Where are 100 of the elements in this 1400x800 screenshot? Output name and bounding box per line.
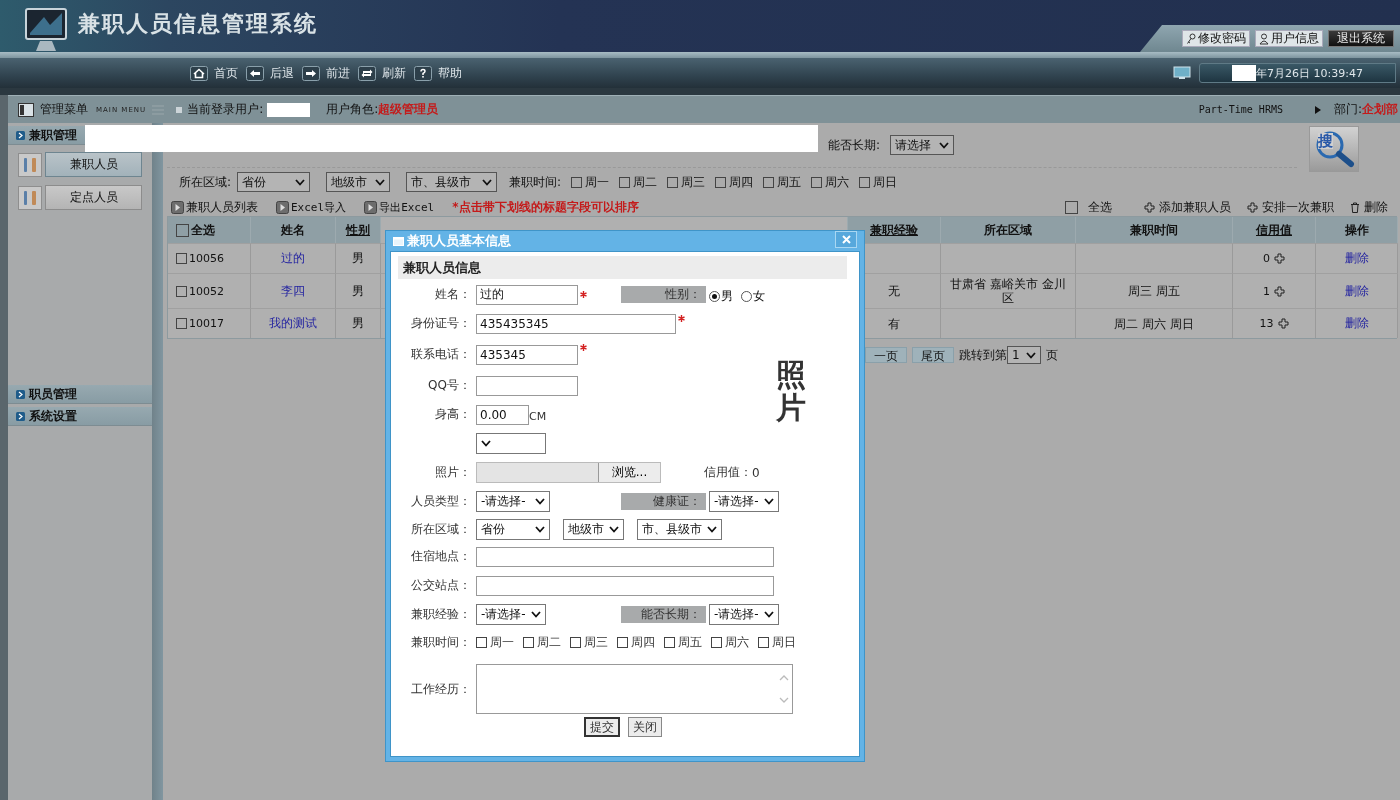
input-field[interactable] [476, 575, 774, 596]
search-button[interactable]: 搜 [1309, 126, 1359, 172]
page-dropdown[interactable]: 1 [1007, 346, 1041, 364]
page-button[interactable]: 一页 [865, 347, 907, 363]
dropdown[interactable]: 市、县级市 [637, 518, 722, 540]
role-value: 超级管理员 [378, 101, 439, 118]
checkbox[interactable] [667, 176, 679, 188]
input-field[interactable]: 435345 [476, 344, 578, 365]
checkbox[interactable] [619, 176, 631, 188]
key-icon [1186, 32, 1196, 45]
field-label: 联系电话： [410, 346, 472, 363]
checkbox[interactable] [763, 176, 775, 188]
checkbox[interactable] [664, 636, 675, 648]
column-header[interactable]: 兼职经验 [848, 217, 941, 243]
dropdown[interactable]: -请选择- [709, 491, 779, 512]
table-cell: 男 [336, 308, 381, 338]
delete-link[interactable]: 删除 [1344, 315, 1369, 332]
checkbox[interactable] [859, 176, 871, 188]
delete-link[interactable]: 删除 [1344, 282, 1369, 300]
input-field[interactable]: 0.00 [476, 404, 529, 425]
checkbox[interactable] [176, 318, 187, 329]
top-button[interactable]: 用户信息 [1255, 30, 1323, 47]
column-header[interactable]: 信用值 [1233, 217, 1316, 243]
expand-square-icon [16, 389, 25, 399]
action-link[interactable]: 添加兼职人员 [1159, 198, 1231, 216]
dropdown[interactable]: 地级市 [563, 518, 624, 540]
radio-button[interactable] [741, 291, 752, 302]
filter-label: 能否长期: [828, 136, 881, 154]
sidebar-item[interactable]: 兼职人员 [45, 152, 142, 177]
dropdown[interactable]: -请选择- [476, 491, 550, 512]
toolbar-link[interactable]: 导出Excel [379, 199, 435, 215]
checkbox[interactable] [176, 253, 187, 264]
dropdown[interactable]: 市、县级市 [406, 172, 498, 192]
checkbox[interactable] [1065, 200, 1078, 214]
input-field[interactable] [476, 375, 578, 396]
cell-text: 周三 周五 [1128, 284, 1180, 298]
dropdown[interactable]: 省份 [237, 172, 311, 192]
page-button[interactable]: 尾页 [912, 347, 954, 363]
checkbox[interactable] [570, 636, 581, 648]
dialog-button[interactable]: 关闭 [627, 717, 662, 737]
dropdown[interactable] [476, 433, 546, 454]
chevron-icon [481, 440, 491, 447]
toolbar-link[interactable]: Excel导入 [291, 199, 347, 215]
checkbox[interactable] [176, 285, 187, 297]
nav-link[interactable]: 后退 [270, 64, 294, 82]
nav-link[interactable]: 前进 [326, 64, 350, 82]
chevron-icon [764, 610, 774, 618]
action-link[interactable]: 安排一次兼职 [1262, 198, 1334, 216]
home-icon [190, 65, 208, 81]
input-field[interactable] [476, 546, 774, 567]
browse-button[interactable]: 浏览... [598, 463, 660, 482]
column-header[interactable]: 全选 [168, 217, 251, 243]
name-link[interactable]: 李四 [281, 282, 305, 300]
sidebar-group-header[interactable]: 系统设置 [8, 407, 152, 426]
toolbar-link[interactable]: 兼职人员列表 [186, 198, 258, 216]
checkbox[interactable] [571, 176, 583, 188]
date-time: 年7月26日 10:39:47 [1256, 65, 1363, 81]
checkbox[interactable] [176, 223, 189, 237]
monitor-icon [1173, 66, 1191, 80]
checkbox[interactable] [476, 636, 487, 648]
checkbox[interactable] [523, 636, 534, 648]
name-link[interactable]: 过的 [281, 250, 305, 267]
dropdown[interactable]: 省份 [476, 518, 550, 540]
sidebar-group-header[interactable]: 职员管理 [8, 385, 152, 404]
checkbox[interactable] [758, 636, 769, 648]
dropdown[interactable]: -请选择- [476, 603, 546, 625]
file-field[interactable]: 浏览... [476, 462, 661, 483]
action-link[interactable]: 删除 [1364, 198, 1388, 216]
chevron-icon [707, 525, 717, 533]
logout-button[interactable]: 退出系统 [1328, 30, 1394, 47]
name-link[interactable]: 我的测试 [269, 315, 317, 332]
page-label: 页 [1046, 346, 1058, 364]
nav-link[interactable]: 刷新 [382, 64, 406, 82]
sidebar-item[interactable]: 定点人员 [45, 185, 142, 210]
input-field[interactable]: 435435345 [476, 313, 676, 334]
dropdown[interactable]: 请选择 [890, 135, 955, 155]
dropdown[interactable]: -请选择- [709, 603, 779, 625]
close-button[interactable] [835, 230, 857, 248]
top-button[interactable]: 修改密码 [1182, 30, 1250, 47]
delete-link[interactable]: 删除 [1344, 250, 1369, 267]
radio-button[interactable] [709, 291, 720, 302]
nav-link[interactable]: 首页 [214, 64, 238, 82]
column-header[interactable]: 性别 [336, 217, 381, 243]
dropdown[interactable]: 地级市 [326, 172, 391, 192]
checkbox-label: 周四 [631, 633, 655, 651]
dialog-button[interactable]: 提交 [583, 717, 620, 737]
checkbox[interactable] [617, 636, 628, 648]
checkbox[interactable] [711, 636, 722, 648]
column-header: 兼职时间 [1076, 217, 1233, 243]
checkbox[interactable] [715, 176, 727, 188]
checkbox[interactable] [811, 176, 823, 188]
text-area[interactable] [476, 664, 793, 714]
cell-text: 周二 周六 周日 [1114, 316, 1194, 331]
credit-value: 0 [752, 465, 760, 480]
input-field[interactable]: 过的 [476, 284, 578, 305]
filter-label: 所在区域: [179, 173, 232, 191]
plus-icon [1274, 253, 1285, 264]
checkbox-label: 周一 [490, 633, 514, 651]
nav-link[interactable]: 帮助 [438, 64, 462, 82]
credit-value: 0 [1263, 252, 1270, 265]
